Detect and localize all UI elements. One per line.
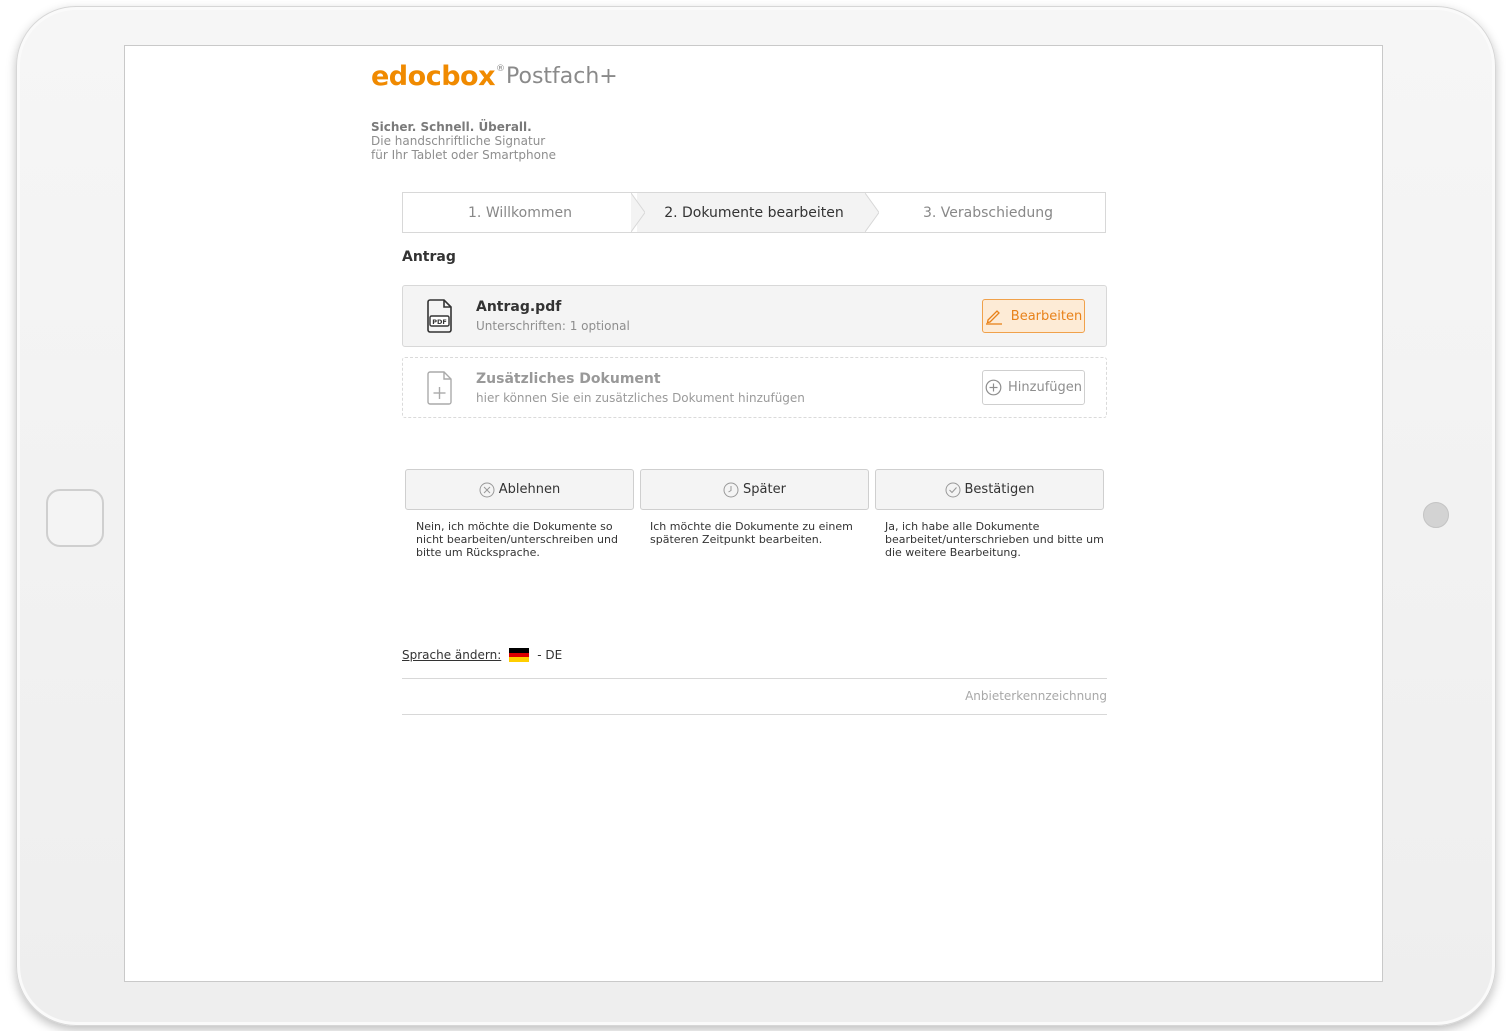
- add-document-button-label: Hinzufügen: [1008, 380, 1082, 395]
- pdf-icon-label: PDF: [432, 318, 447, 326]
- footer-divider-bottom: [402, 714, 1107, 715]
- pencil-icon: [985, 310, 1002, 325]
- footer-divider-top: [402, 678, 1107, 679]
- step-dokumente-bearbeiten: 2. Dokumente bearbeiten: [637, 193, 871, 232]
- progress-stepper: 1. Willkommen 2. Dokumente bearbeiten 3.…: [402, 192, 1106, 233]
- later-button-label: Später: [743, 482, 786, 497]
- later-description: Ich möchte die Dokumente zu einem später…: [650, 520, 853, 546]
- current-language: - DE: [537, 648, 563, 662]
- logo-registered-mark: ®: [496, 64, 505, 74]
- reject-description: Nein, ich möchte die Dokumente so nicht …: [416, 520, 618, 559]
- tagline: Sicher. Schnell. Überall. Die handschrif…: [371, 120, 556, 162]
- camera-dot: [1423, 502, 1449, 528]
- step-separator-chevron: [865, 193, 879, 232]
- check-circle-icon: [945, 482, 961, 497]
- additional-document-hint: hier können Sie ein zusätzliches Dokumen…: [476, 391, 805, 405]
- add-file-icon: [427, 371, 452, 405]
- screen: [124, 45, 1383, 982]
- document-title[interactable]: Antrag.pdf: [476, 298, 630, 316]
- confirm-button-label: Bestätigen: [964, 482, 1035, 497]
- document-row: PDF Antrag.pdf Unterschriften: 1 optiona…: [402, 285, 1107, 347]
- germany-flag-icon: [509, 648, 530, 663]
- language-switcher: Sprache ändern: - DE: [402, 648, 563, 663]
- logo-product: Postfach+: [506, 64, 618, 89]
- step-verabschiedung: 3. Verabschiedung: [922, 204, 1054, 221]
- logo: edocbox ® Postfach+: [371, 62, 618, 92]
- home-button: [46, 489, 104, 547]
- later-button[interactable]: Später: [640, 469, 869, 510]
- section-title: Antrag: [402, 249, 456, 265]
- clock-icon: [723, 482, 739, 497]
- confirm-button[interactable]: Bestätigen: [875, 469, 1104, 510]
- edit-button-label: Bearbeiten: [1010, 308, 1083, 324]
- additional-document-row: Zusätzliches Dokument hier können Sie ei…: [402, 357, 1107, 418]
- additional-document-title: Zusätzliches Dokument: [476, 371, 661, 387]
- tagline-line-1: Die handschriftliche Signatur: [371, 134, 546, 148]
- logo-brand: edocbox: [371, 61, 496, 92]
- add-document-button[interactable]: Hinzufügen: [982, 370, 1085, 405]
- document-signature-info: Unterschriften: 1 optional: [476, 319, 630, 333]
- tagline-headline: Sicher. Schnell. Überall.: [371, 120, 532, 134]
- imprint-link[interactable]: Anbieterkennzeichnung: [965, 689, 1107, 703]
- edit-button[interactable]: Bearbeiten: [982, 299, 1085, 333]
- reject-button-label: Ablehnen: [498, 482, 561, 497]
- x-circle-icon: [479, 482, 495, 497]
- step-separator-chevron: [631, 193, 645, 232]
- plus-circle-icon: [985, 379, 1002, 396]
- confirm-description: Ja, ich habe alle Dokumente bearbeitet/u…: [885, 520, 1104, 559]
- pdf-file-icon: PDF: [427, 299, 452, 333]
- reject-button[interactable]: Ablehnen: [405, 469, 634, 510]
- step-willkommen: 1. Willkommen: [468, 204, 572, 221]
- change-language-link[interactable]: Sprache ändern:: [402, 648, 501, 662]
- tagline-line-2: für Ihr Tablet oder Smartphone: [371, 148, 556, 162]
